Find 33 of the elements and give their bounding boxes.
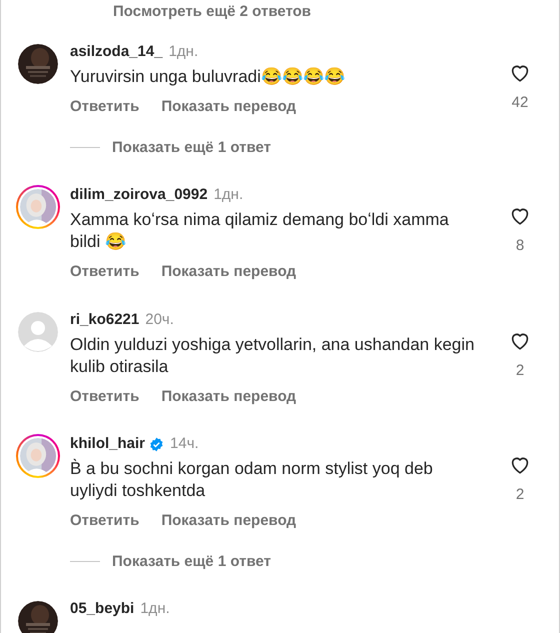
more-replies-link[interactable]: Показать ещё 1 ответ	[112, 550, 271, 573]
like-count: 2	[516, 360, 524, 380]
comment-time: 1дн.	[214, 185, 244, 205]
comment-action-link[interactable]: Показать перевод	[161, 96, 296, 118]
more-replies-link[interactable]: Посмотреть ещё 2 ответов	[113, 3, 312, 20]
comment-text: Xamma koʻrsa nima qilamiz demang boʻldi xamma bildi 😂	[70, 209, 450, 253]
username[interactable]: asilzoda_14_	[70, 42, 163, 62]
comment-time: 1дн.	[168, 42, 198, 62]
username[interactable]: ri_ko6221	[70, 310, 140, 330]
comment-action-link[interactable]: Показать перевод	[161, 261, 296, 284]
like-count: 2	[516, 485, 524, 505]
comment-text: B̀ a bu sochni korgan odam norm stylist yoq deb uyliydi toshkentda	[70, 458, 434, 502]
comment-action-link[interactable]: Ответить	[70, 510, 140, 532]
avatar-placeholder-icon	[18, 312, 58, 352]
story-ring[interactable]	[16, 434, 60, 478]
comment-text: Yuruvirsin unga buluvradi😂😂😂😂	[70, 66, 346, 88]
comment-text: Oldin yulduzi yoshiga yetvollarin, ana ushandan kegin kulib otirasila	[70, 334, 476, 378]
comment-time: 20ч.	[145, 310, 174, 330]
username[interactable]: 05_beybi	[70, 599, 134, 619]
comment-time: 14ч.	[170, 434, 199, 454]
story-ring[interactable]	[16, 185, 60, 229]
comment-action-link[interactable]: Показать перевод	[161, 510, 296, 532]
comment-time: 1дн.	[140, 599, 170, 619]
comment-action-link[interactable]: Показать перевод	[161, 386, 296, 408]
username[interactable]: khilol_hair	[70, 434, 146, 454]
more-replies-link[interactable]: Показать ещё 1 ответ	[112, 136, 271, 159]
comment-action-link[interactable]: Ответить	[70, 96, 140, 118]
username[interactable]: dilim_zoirova_0992	[70, 185, 208, 205]
comment-action-link[interactable]: Ответить	[70, 261, 140, 284]
like-count: 8	[516, 236, 524, 256]
verified-badge-icon	[149, 436, 164, 452]
comment-action-link[interactable]: Ответить	[70, 386, 140, 408]
like-count: 42	[512, 93, 528, 113]
